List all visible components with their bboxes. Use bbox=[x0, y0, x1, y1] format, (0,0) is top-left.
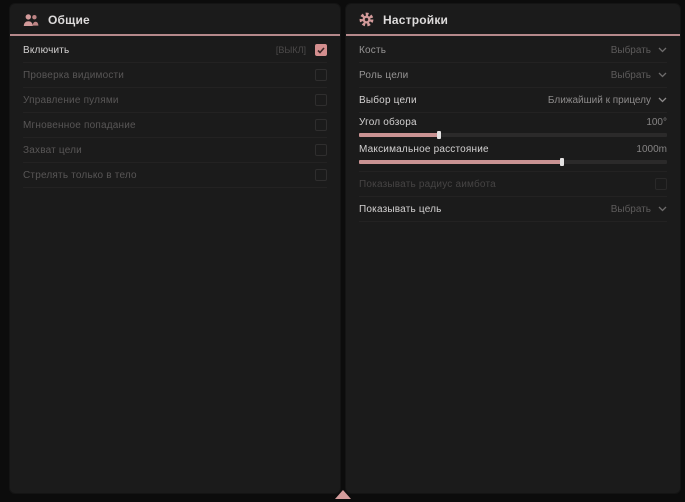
panel-title: Настройки bbox=[383, 13, 448, 27]
target-role-row[interactable]: Роль цели Выбрать bbox=[359, 63, 667, 88]
fov-slider-fill bbox=[359, 133, 439, 137]
fov-row: Угол обзора 100° bbox=[359, 113, 667, 140]
max-distance-value: 1000m bbox=[636, 144, 667, 155]
target-lock-label: Захват цели bbox=[23, 145, 82, 156]
target-selection-row[interactable]: Выбор цели Ближайший к прицелу bbox=[359, 88, 667, 113]
target-role-label: Роль цели bbox=[359, 70, 408, 81]
fov-value: 100° bbox=[646, 117, 667, 128]
body-only-row[interactable]: Стрелять только в тело bbox=[23, 163, 327, 188]
enable-row[interactable]: Включить [ВЫКЛ] bbox=[23, 38, 327, 63]
settings-panel: Настройки Кость Выбрать Роль цели Выбрат… bbox=[346, 4, 680, 493]
show-aimbot-radius-label: Показывать радиус аимбота bbox=[359, 179, 496, 190]
target-selection-label: Выбор цели bbox=[359, 95, 417, 106]
target-role-dropdown[interactable]: Выбрать bbox=[611, 70, 667, 81]
bone-label: Кость bbox=[359, 45, 386, 56]
bullet-control-row[interactable]: Управление пулями bbox=[23, 88, 327, 113]
fov-label: Угол обзора bbox=[359, 117, 417, 128]
bone-dropdown[interactable]: Выбрать bbox=[611, 45, 667, 56]
panel-title: Общие bbox=[48, 13, 90, 27]
bone-row[interactable]: Кость Выбрать bbox=[359, 38, 667, 63]
check-icon bbox=[317, 47, 325, 54]
max-distance-slider-handle[interactable] bbox=[560, 158, 564, 166]
show-target-dropdown-value: Выбрать bbox=[611, 204, 651, 215]
show-aimbot-radius-checkbox[interactable] bbox=[655, 178, 667, 190]
instant-hit-label: Мгновенное попадание bbox=[23, 120, 136, 131]
cursor-pointer-icon bbox=[335, 490, 351, 499]
users-icon bbox=[23, 13, 39, 27]
body-only-label: Стрелять только в тело bbox=[23, 170, 137, 181]
show-target-label: Показывать цель bbox=[359, 204, 442, 215]
max-distance-row: Максимальное расстояние 1000m bbox=[359, 140, 667, 167]
chevron-down-icon bbox=[658, 206, 667, 212]
body-only-checkbox[interactable] bbox=[315, 169, 327, 181]
settings-panel-header: Настройки bbox=[346, 4, 680, 34]
chevron-down-icon bbox=[658, 72, 667, 78]
enable-keybind[interactable]: [ВЫКЛ] bbox=[276, 45, 306, 55]
max-distance-slider[interactable] bbox=[359, 160, 667, 164]
show-aimbot-radius-row[interactable]: Показывать радиус аимбота bbox=[359, 172, 667, 197]
visibility-check-checkbox[interactable] bbox=[315, 69, 327, 81]
enable-checkbox[interactable] bbox=[315, 44, 327, 56]
max-distance-slider-fill bbox=[359, 160, 562, 164]
general-panel: Общие Включить [ВЫКЛ] Проверка видимости… bbox=[10, 4, 340, 493]
visibility-check-label: Проверка видимости bbox=[23, 70, 124, 81]
instant-hit-row[interactable]: Мгновенное попадание bbox=[23, 113, 327, 138]
target-selection-dropdown-value: Ближайший к прицелу bbox=[548, 95, 651, 106]
visibility-check-row[interactable]: Проверка видимости bbox=[23, 63, 327, 88]
gear-icon bbox=[359, 12, 374, 27]
fov-slider[interactable] bbox=[359, 133, 667, 137]
enable-label: Включить bbox=[23, 45, 69, 56]
chevron-down-icon bbox=[658, 47, 667, 53]
show-target-dropdown[interactable]: Выбрать bbox=[611, 204, 667, 215]
fov-slider-handle[interactable] bbox=[437, 131, 441, 139]
bullet-control-label: Управление пулями bbox=[23, 95, 119, 106]
target-selection-dropdown[interactable]: Ближайший к прицелу bbox=[548, 95, 667, 106]
target-lock-row[interactable]: Захват цели bbox=[23, 138, 327, 163]
max-distance-label: Максимальное расстояние bbox=[359, 144, 489, 155]
general-panel-header: Общие bbox=[10, 4, 340, 34]
target-role-dropdown-value: Выбрать bbox=[611, 70, 651, 81]
bone-dropdown-value: Выбрать bbox=[611, 45, 651, 56]
target-lock-checkbox[interactable] bbox=[315, 144, 327, 156]
instant-hit-checkbox[interactable] bbox=[315, 119, 327, 131]
show-target-row[interactable]: Показывать цель Выбрать bbox=[359, 197, 667, 222]
bullet-control-checkbox[interactable] bbox=[315, 94, 327, 106]
chevron-down-icon bbox=[658, 97, 667, 103]
